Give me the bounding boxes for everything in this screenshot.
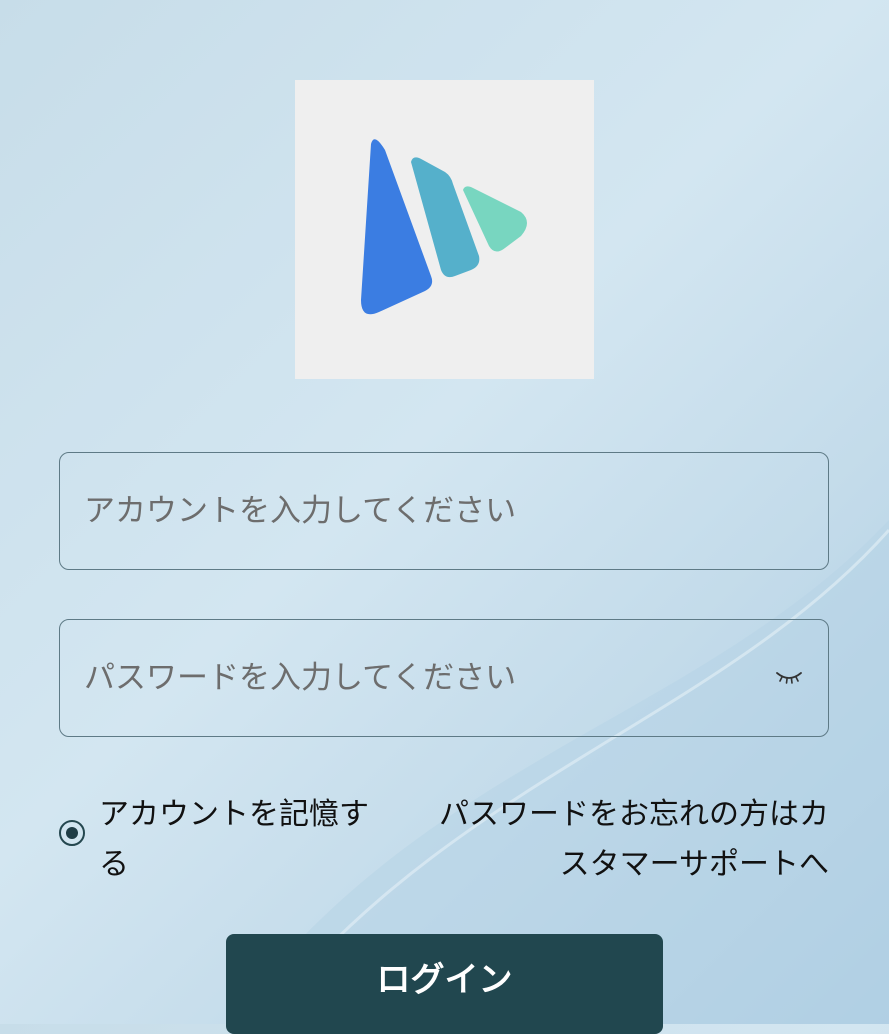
account-input[interactable]: [84, 453, 764, 569]
forgot-password-line-2[interactable]: スタマーサポートへ: [389, 840, 829, 890]
password-input[interactable]: [84, 620, 764, 736]
account-field[interactable]: [59, 452, 829, 570]
forgot-password-line-1[interactable]: パスワードをお忘れの方はカ: [389, 790, 829, 840]
login-button[interactable]: ログイン: [226, 934, 663, 1034]
app-logo-icon: [361, 139, 527, 315]
remember-account-option[interactable]: アカウントを記憶する: [59, 790, 379, 890]
forgot-password-link[interactable]: パスワードをお忘れの方はカ スタマーサポートへ: [389, 790, 829, 890]
remember-label[interactable]: アカウントを記憶する: [99, 790, 379, 890]
password-field[interactable]: [59, 619, 829, 737]
remember-radio[interactable]: [59, 820, 85, 846]
eye-closed-icon[interactable]: [774, 664, 804, 690]
app-logo: [295, 80, 594, 379]
